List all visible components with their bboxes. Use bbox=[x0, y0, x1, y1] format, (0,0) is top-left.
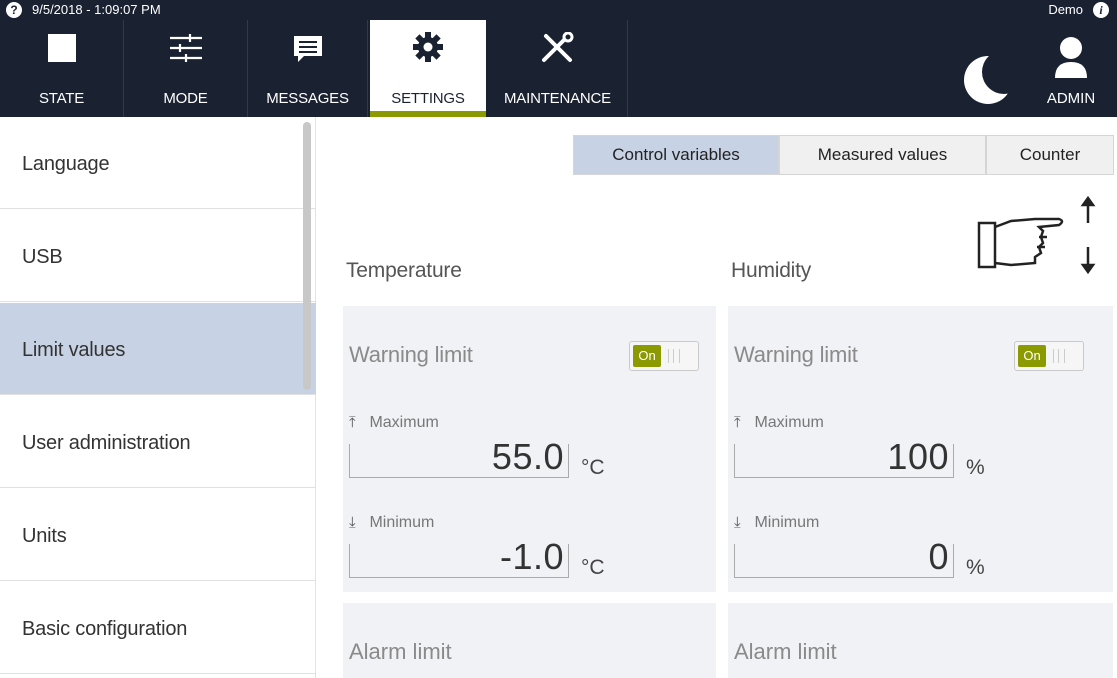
tab-maintenance[interactable]: MAINTENANCE bbox=[488, 20, 628, 117]
humidity-max-input[interactable]: 100 bbox=[734, 437, 954, 478]
sidebar-item-label: Basic configuration bbox=[22, 618, 188, 640]
tab-mode-label: MODE bbox=[163, 90, 208, 107]
night-mode-icon[interactable] bbox=[958, 50, 1026, 110]
temperature-warning-panel: Warning limit On ⤒ Maximum 55.0 °C ⤓ Min… bbox=[343, 306, 716, 592]
toggle-grip bbox=[668, 349, 680, 363]
temperature-alarm-panel: Alarm limit bbox=[343, 603, 716, 678]
temperature-max-unit: °C bbox=[581, 456, 605, 479]
humidity-max-value: 100 bbox=[887, 436, 949, 477]
alarm-limit-title: Alarm limit bbox=[349, 639, 452, 664]
sidebar-item-usb[interactable]: USB bbox=[0, 210, 316, 302]
toggle-grip bbox=[1053, 349, 1065, 363]
warning-limit-title: Warning limit bbox=[734, 342, 858, 367]
swipe-hint-icon bbox=[977, 195, 1097, 281]
tab-messages-label: MESSAGES bbox=[266, 90, 349, 107]
user-icon bbox=[1055, 37, 1087, 78]
temperature-max-value: 55.0 bbox=[491, 436, 564, 477]
admin-label: ADMIN bbox=[1046, 90, 1096, 107]
humidity-warning-panel: Warning limit On ⤒ Maximum 100 % ⤓ Minim… bbox=[728, 306, 1113, 592]
humidity-alarm-panel: Alarm limit bbox=[728, 603, 1113, 678]
sidebar-item-basic-configuration[interactable]: Basic configuration bbox=[0, 582, 316, 674]
arrow-up-icon: ⤒ bbox=[349, 414, 356, 431]
current-user: Demo bbox=[1048, 2, 1083, 17]
message-icon bbox=[248, 32, 367, 66]
segment-measured-values[interactable]: Measured values bbox=[779, 135, 986, 175]
temperature-warning-toggle[interactable]: On bbox=[629, 341, 699, 371]
info-icon[interactable]: i bbox=[1093, 2, 1109, 18]
sliders-icon bbox=[124, 32, 247, 66]
alarm-limit-title: Alarm limit bbox=[734, 639, 837, 664]
toggle-on-label: On bbox=[633, 345, 661, 367]
sidebar-item-limit-values[interactable]: Limit values bbox=[0, 303, 316, 395]
tab-state[interactable]: STATE bbox=[0, 20, 124, 117]
tab-settings[interactable]: SETTINGS bbox=[370, 20, 486, 117]
arrow-up-icon: ⤒ bbox=[734, 414, 741, 431]
sidebar-scrollbar[interactable] bbox=[303, 122, 311, 390]
limit-values-panel: Control variables Measured values Counte… bbox=[317, 117, 1117, 678]
humidity-min-unit: % bbox=[966, 556, 985, 579]
sidebar-item-label: Units bbox=[22, 525, 67, 547]
datetime-display: 9/5/2018 - 1:09:07 PM bbox=[32, 2, 161, 17]
humidity-warning-toggle[interactable]: On bbox=[1014, 341, 1084, 371]
main-navbar: STATE MODE MESSAGES SETTINGS MAINTENANCE… bbox=[0, 20, 1117, 117]
segment-control-variables[interactable]: Control variables bbox=[573, 135, 779, 175]
toggle-on-label: On bbox=[1018, 345, 1046, 367]
humidity-title: Humidity bbox=[731, 259, 812, 282]
tab-messages[interactable]: MESSAGES bbox=[248, 20, 368, 117]
sidebar-item-label: User administration bbox=[22, 432, 191, 454]
humidity-min-value: 0 bbox=[928, 536, 949, 577]
temperature-max-label: ⤒ Maximum bbox=[349, 414, 439, 431]
temperature-title: Temperature bbox=[346, 259, 462, 282]
humidity-max-unit: % bbox=[966, 456, 985, 479]
help-icon[interactable]: ? bbox=[6, 2, 22, 18]
sidebar-item-units[interactable]: Units bbox=[0, 489, 316, 581]
temperature-min-input[interactable]: -1.0 bbox=[349, 537, 569, 578]
gear-icon bbox=[370, 32, 486, 66]
tab-maintenance-label: MAINTENANCE bbox=[504, 90, 611, 107]
sidebar-item-label: Limit values bbox=[22, 339, 126, 361]
square-icon bbox=[0, 32, 123, 66]
humidity-max-label: ⤒ Maximum bbox=[734, 414, 824, 431]
temperature-min-value: -1.0 bbox=[499, 536, 564, 577]
tools-icon bbox=[488, 31, 627, 66]
tab-state-label: STATE bbox=[38, 90, 85, 107]
sidebar-item-label: USB bbox=[22, 246, 63, 268]
sidebar-item-language[interactable]: Language bbox=[0, 117, 316, 209]
settings-sidebar: Language USB Limit values User administr… bbox=[0, 117, 316, 678]
arrow-down-icon: ⤓ bbox=[349, 514, 356, 531]
temperature-min-unit: °C bbox=[581, 556, 605, 579]
tab-settings-label: SETTINGS bbox=[391, 90, 465, 107]
segment-counter[interactable]: Counter bbox=[986, 135, 1114, 175]
humidity-min-input[interactable]: 0 bbox=[734, 537, 954, 578]
temperature-max-input[interactable]: 55.0 bbox=[349, 437, 569, 478]
temperature-min-label: ⤓ Minimum bbox=[349, 514, 435, 531]
arrow-down-icon: ⤓ bbox=[734, 514, 741, 531]
warning-limit-title: Warning limit bbox=[349, 342, 473, 367]
admin-user-button[interactable]: ADMIN bbox=[1025, 20, 1117, 117]
status-bar: ? 9/5/2018 - 1:09:07 PM Demo i bbox=[0, 0, 1117, 20]
sidebar-item-label: Language bbox=[22, 153, 110, 175]
tab-mode[interactable]: MODE bbox=[124, 20, 248, 117]
humidity-min-label: ⤓ Minimum bbox=[734, 514, 820, 531]
sidebar-item-user-administration[interactable]: User administration bbox=[0, 396, 316, 488]
